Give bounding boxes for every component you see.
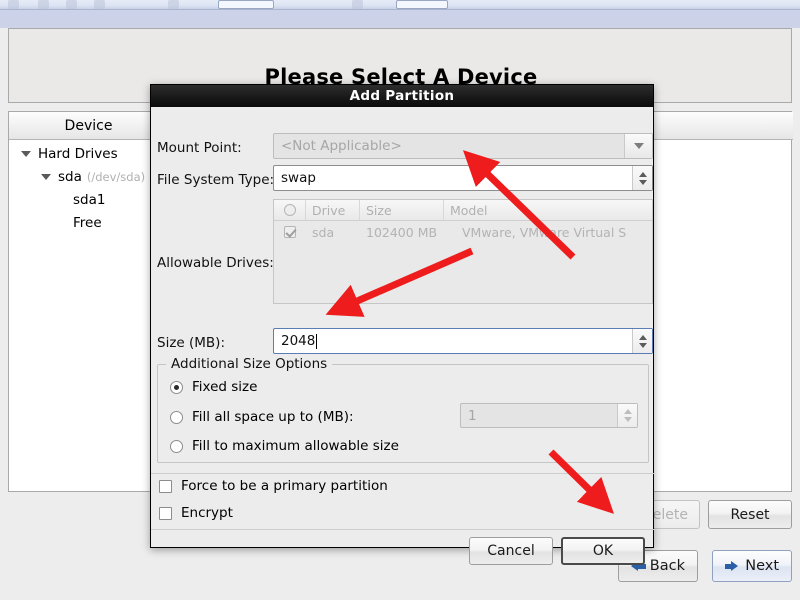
- radio-icon[interactable]: [170, 380, 183, 394]
- toolbar-icon-6[interactable]: [352, 0, 363, 9]
- allowable-drives-label: Allowable Drives:: [157, 255, 274, 271]
- drive-name-cell: sda: [312, 224, 335, 240]
- radio-fixed-size[interactable]: Fixed size: [170, 379, 257, 395]
- dialog-title-bar: Add Partition: [151, 85, 653, 107]
- ok-button[interactable]: OK: [561, 537, 645, 565]
- browser-toolbar-strip[interactable]: [0, 0, 800, 10]
- radio-fill-to-maximum[interactable]: Fill to maximum allowable size: [170, 438, 399, 454]
- back-button-label: Back: [649, 558, 685, 574]
- cancel-button[interactable]: Cancel: [469, 537, 553, 565]
- toolbar-input-1[interactable]: [218, 0, 274, 9]
- checkbox-icon[interactable]: [159, 506, 172, 520]
- checkbox-icon[interactable]: [159, 479, 172, 493]
- spinner-down-icon[interactable]: [638, 342, 647, 348]
- radio-fill-all-space[interactable]: Fill all space up to (MB):: [170, 409, 354, 425]
- allowable-drives-table[interactable]: Drive Size Model sda 102400 MB VMware, V…: [273, 199, 653, 304]
- chevron-down-icon: [633, 143, 644, 149]
- size-spinner[interactable]: [632, 329, 652, 353]
- drive-checkbox[interactable]: [284, 226, 296, 238]
- tree-item-label: Free: [73, 214, 102, 231]
- spinner-up-icon[interactable]: [638, 171, 647, 177]
- divider: [151, 473, 655, 474]
- size-value: 2048: [281, 333, 316, 349]
- select-all-checkbox[interactable]: [283, 204, 296, 216]
- mount-point-value: <Not Applicable>: [281, 138, 402, 154]
- radio-label: Fill all space up to (MB):: [192, 409, 354, 425]
- drives-header-select[interactable]: [274, 200, 306, 220]
- fill-up-to-value: 1: [468, 407, 477, 424]
- next-button-label: Next: [745, 558, 779, 574]
- spinner-up-icon[interactable]: [638, 334, 647, 340]
- spinner-down-icon[interactable]: [623, 417, 632, 422]
- group-legend: Additional Size Options: [166, 356, 333, 372]
- toolbar-icon-3[interactable]: [66, 0, 77, 9]
- checkbox-label: Encrypt: [181, 505, 233, 521]
- file-system-type-label: File System Type:: [157, 172, 275, 188]
- fill-up-to-input[interactable]: 1: [460, 403, 638, 428]
- radio-label: Fixed size: [192, 379, 258, 395]
- mount-point-combobox[interactable]: <Not Applicable>: [273, 133, 653, 159]
- mount-point-dropdown-button[interactable]: [624, 134, 652, 158]
- top-blue-band: [0, 10, 800, 28]
- toolbar-icon-2[interactable]: [38, 0, 49, 9]
- file-system-type-value: swap: [281, 170, 316, 186]
- drives-table-header: Drive Size Model: [274, 200, 652, 221]
- tree-item-label: sda1: [73, 191, 106, 208]
- fill-up-to-spinner[interactable]: [617, 404, 637, 427]
- size-value-wrap: 2048: [274, 333, 632, 349]
- size-input[interactable]: 2048: [273, 328, 653, 354]
- divider: [151, 529, 655, 530]
- reset-button[interactable]: Reset: [708, 500, 792, 529]
- twisty-down-icon[interactable]: [41, 173, 51, 180]
- drive-row-checkbox-cell[interactable]: [274, 221, 306, 243]
- tree-item-label: sda: [58, 168, 82, 185]
- toolbar-input-2[interactable]: [396, 0, 448, 9]
- tree-item-label: Hard Drives: [38, 145, 118, 162]
- dialog-body: Mount Point: <Not Applicable> File Syste…: [151, 107, 655, 565]
- drives-header-drive[interactable]: Drive: [306, 200, 360, 220]
- checkbox-force-primary[interactable]: Force to be a primary partition: [159, 478, 388, 494]
- tree-item-detail: (/dev/sda): [86, 169, 146, 184]
- spinner-down-icon[interactable]: [638, 179, 647, 185]
- radio-label: Fill to maximum allowable size: [192, 438, 399, 454]
- screen: Please Select A Device Device Hard Drive…: [0, 0, 800, 600]
- column-header-device[interactable]: Device: [9, 112, 169, 140]
- text-caret: [316, 333, 318, 349]
- drives-header-model[interactable]: Model: [444, 200, 652, 220]
- radio-icon[interactable]: [170, 410, 183, 424]
- size-label: Size (MB):: [157, 335, 225, 351]
- file-system-type-combobox[interactable]: swap: [273, 165, 653, 191]
- toolbar-icon-1[interactable]: [8, 0, 19, 9]
- checkbox-encrypt[interactable]: Encrypt: [159, 505, 233, 521]
- checkbox-label: Force to be a primary partition: [181, 478, 388, 494]
- drive-model-cell: VMware, VMware Virtual S: [462, 224, 627, 240]
- drives-header-size[interactable]: Size: [360, 200, 444, 220]
- twisty-down-icon[interactable]: [21, 150, 31, 157]
- mount-point-label: Mount Point:: [157, 140, 242, 156]
- additional-size-options-group: Additional Size Options Fixed size Fill …: [157, 356, 649, 463]
- drive-size-cell: 102400 MB: [366, 224, 438, 240]
- toolbar-icon-4[interactable]: [94, 0, 105, 9]
- arrow-right-icon: [725, 560, 739, 572]
- radio-icon[interactable]: [170, 439, 183, 453]
- next-button[interactable]: Next: [712, 550, 792, 582]
- table-row[interactable]: sda 102400 MB VMware, VMware Virtual S: [274, 221, 652, 243]
- add-partition-dialog: Add Partition Mount Point: <Not Applicab…: [150, 84, 655, 565]
- spinner-up-icon[interactable]: [623, 409, 632, 414]
- navigation-bar: Back Next: [8, 550, 792, 590]
- toolbar-icon-5[interactable]: [168, 0, 179, 9]
- file-system-type-spinner[interactable]: [632, 166, 652, 190]
